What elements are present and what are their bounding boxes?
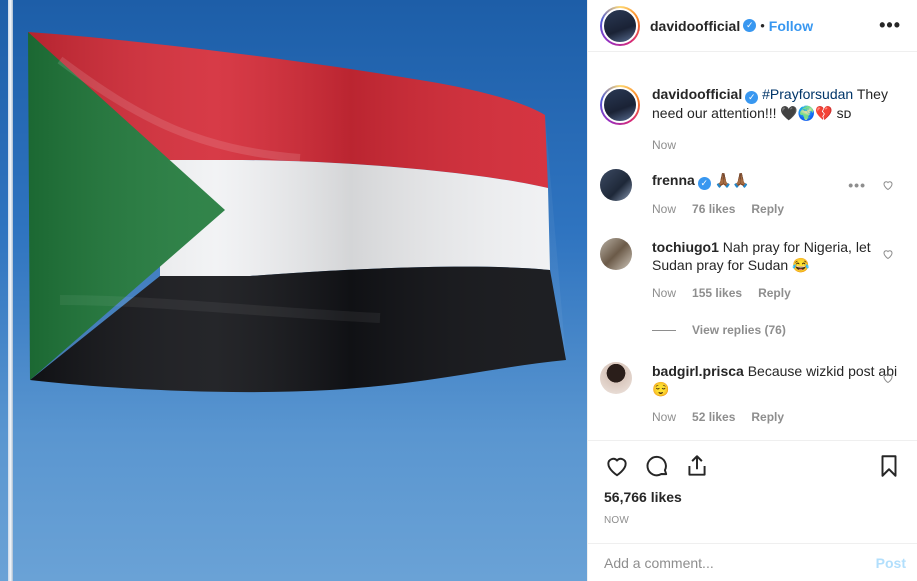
view-replies-button[interactable]: View replies (76) xyxy=(652,323,786,337)
reply-button[interactable]: Reply xyxy=(751,202,784,216)
reply-button[interactable]: Reply xyxy=(751,410,784,424)
comment-likes[interactable]: 76 likes xyxy=(692,202,735,216)
like-count[interactable]: 56,766 likes xyxy=(604,489,902,505)
reply-button[interactable]: Reply xyxy=(758,286,791,300)
comment-options-icon[interactable]: ••• xyxy=(848,177,866,193)
post-panel: davidoofficial ✓ • Follow ••• davidooffi… xyxy=(587,0,917,581)
more-options-icon[interactable]: ••• xyxy=(879,15,901,36)
comments-list[interactable]: davidoofficial ✓ #Prayforsudan They need … xyxy=(588,53,917,440)
caption-hashtag[interactable]: #Prayforsudan xyxy=(762,86,853,102)
comment-avatar[interactable] xyxy=(600,362,632,394)
follow-button[interactable]: Follow xyxy=(769,18,813,34)
post-comment-button[interactable]: Post xyxy=(876,555,906,571)
comment-author[interactable]: tochiugo1 xyxy=(652,239,719,255)
comment-avatar[interactable] xyxy=(600,238,632,270)
comment-time: Now xyxy=(652,202,677,216)
comment-item: badgirl.prisca Because wizkid post abi 😌… xyxy=(600,362,902,424)
comment-time: Now xyxy=(652,286,677,300)
comment-time: Now xyxy=(652,410,677,424)
sudan-flag xyxy=(28,32,566,393)
comment-like-heart-icon[interactable] xyxy=(882,248,894,260)
comment-item: tochiugo1 Nah pray for Nigeria, let Suda… xyxy=(600,238,902,300)
heart-icon[interactable] xyxy=(604,453,630,479)
caption: davidoofficial ✓ #Prayforsudan They need … xyxy=(600,85,902,152)
comment-icon[interactable] xyxy=(644,453,670,479)
verified-badge-icon: ✓ xyxy=(697,177,711,190)
comment-author[interactable]: badgirl.prisca xyxy=(652,363,744,379)
comment-item: frenna ✓ 🙏🏾🙏🏾 ••• Now 76 likes Reply xyxy=(600,169,902,216)
post-header: davidoofficial ✓ • Follow ••• xyxy=(588,0,917,52)
comment-composer: Post xyxy=(588,543,917,581)
caption-author[interactable]: davidoofficial xyxy=(652,86,742,102)
post-image[interactable] xyxy=(0,0,587,581)
comment-text: 🙏🏾🙏🏾 xyxy=(714,172,750,188)
comment-likes[interactable]: 155 likes xyxy=(692,286,742,300)
author-avatar[interactable] xyxy=(600,5,640,46)
comment-like-heart-icon[interactable] xyxy=(882,179,894,191)
separator-dot: • xyxy=(760,18,765,33)
post-actions: 56,766 likes NOW xyxy=(588,440,917,526)
comment-input[interactable] xyxy=(604,554,876,571)
bookmark-icon[interactable] xyxy=(876,453,902,479)
view-replies-divider xyxy=(652,329,676,331)
view-replies-label: View replies (76) xyxy=(692,323,786,337)
share-icon[interactable] xyxy=(684,453,710,479)
comment-avatar[interactable] xyxy=(600,169,632,201)
comment-like-heart-icon[interactable] xyxy=(882,372,894,384)
comment-author[interactable]: frenna xyxy=(652,172,695,188)
caption-avatar[interactable] xyxy=(600,85,640,125)
author-username[interactable]: davidoofficial xyxy=(650,18,740,34)
verified-badge-icon: ✓ xyxy=(745,91,759,104)
caption-time: Now xyxy=(652,138,677,152)
verified-badge-icon: ✓ xyxy=(743,19,757,32)
post-timestamp: NOW xyxy=(604,515,630,526)
comment-likes[interactable]: 52 likes xyxy=(692,410,735,424)
